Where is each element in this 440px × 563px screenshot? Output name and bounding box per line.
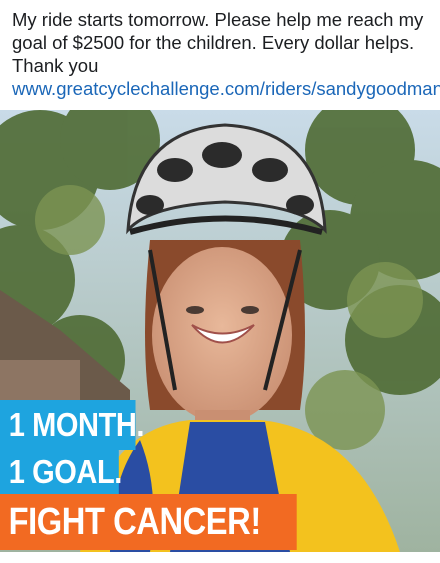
post-text: My ride starts tomorrow. Please help me … <box>12 8 440 100</box>
fundraiser-link[interactable]: www.greatcyclechallenge.com/riders/sandy… <box>12 78 440 99</box>
post-body-text: My ride starts tomorrow. Please help me … <box>12 9 424 76</box>
post-container: My ride starts tomorrow. Please help me … <box>0 0 440 563</box>
banner-line-1: 1 MONTH. <box>0 400 144 450</box>
banner-line-3: FIGHT CANCER! <box>0 494 297 550</box>
post-photo[interactable]: 1 MONTH. 1 GOAL. FIGHT CANCER! <box>0 110 440 552</box>
banner-line-2: 1 GOAL. <box>0 450 122 494</box>
